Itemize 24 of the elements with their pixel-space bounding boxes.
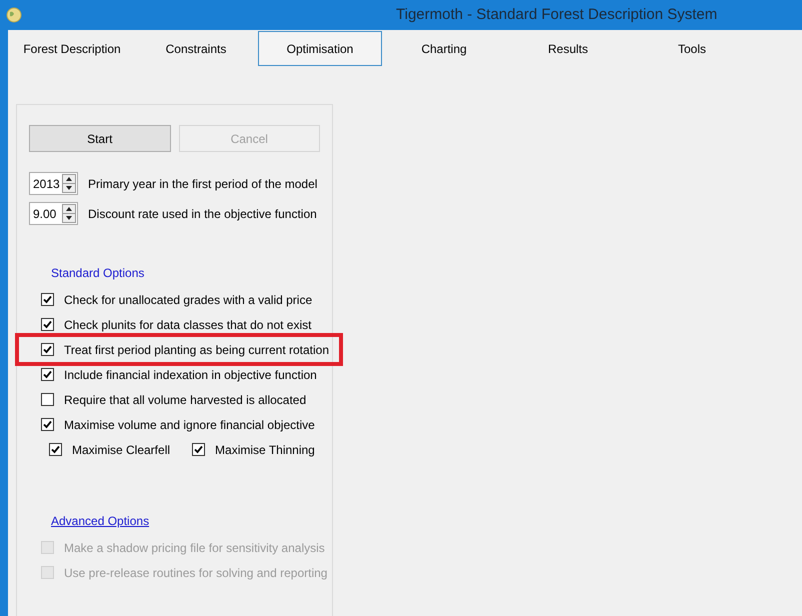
option-label: Check plunits for data classes that do not exist [64,316,312,334]
section-heading: Standard Options [51,265,146,282]
spinner-label: Primary year in the first period of the model [88,176,318,192]
option-label: Make a shadow pricing file for sensitivity analysis [64,540,325,556]
option-label: Use pre-release routines for solving and reporting [64,564,328,582]
tab[interactable]: Forest Description [10,31,134,66]
tab[interactable]: Constraints [134,31,258,66]
option-label: Maximise Thinning [215,442,315,458]
tab[interactable]: Optimisation [258,31,382,66]
window-title: Tigermoth - Standard Forest Description System [396,4,718,25]
advanced-options-link[interactable]: Advanced Options [51,512,150,530]
spin-field[interactable]: 2013 [29,172,78,195]
tab[interactable]: Tools [630,31,754,66]
option-label: Include financial indexation in objective function [64,366,317,384]
option-label: Treat first period planting as being current rotation [64,342,330,358]
tab[interactable]: Results [506,31,630,66]
tab[interactable]: Charting [382,31,506,66]
option-label: Maximise Clearfell [72,442,170,458]
option-label: Check for unallocated grades with a valid price [64,292,312,308]
option-label: Require that all volume harvested is allocated [64,392,306,408]
option-label: Maximise volume and ignore financial objective [64,416,315,434]
spin-field[interactable]: 9.00 [29,202,78,225]
spinner-label: Discount rate used in the objective function [88,206,317,222]
button[interactable]: Start [29,125,170,152]
